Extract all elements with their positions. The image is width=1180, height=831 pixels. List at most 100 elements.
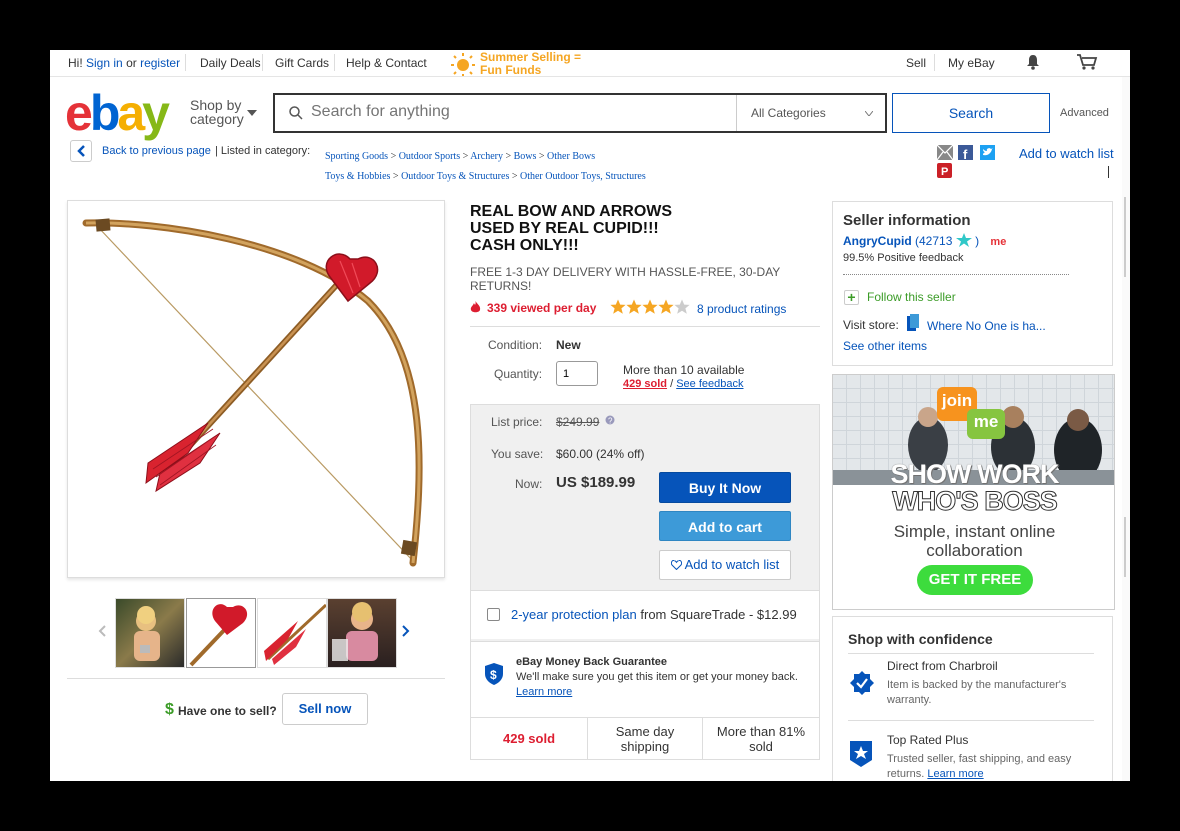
summer-selling-promo[interactable]: Summer Selling = Fun Funds [480, 51, 581, 77]
promo-line: Fun Funds [480, 63, 542, 77]
ebay-logo[interactable]: ebay [65, 88, 170, 138]
condition-value: New [556, 338, 581, 352]
shop-by-category[interactable]: Shop by category [190, 98, 244, 126]
add-to-cart-button[interactable]: Add to cart [659, 511, 791, 541]
seller-name-link[interactable]: AngryCupid [843, 234, 912, 248]
protection-plan-checkbox[interactable] [487, 608, 500, 621]
see-other-items-link[interactable]: See other items [843, 339, 927, 353]
buy-it-now-button[interactable]: Buy It Now [659, 472, 791, 503]
learn-more-link[interactable]: Learn more [516, 686, 572, 698]
divider [334, 54, 335, 71]
breadcrumb-separator: > [460, 151, 471, 162]
ad-subtitle: Simple, instant online collaboration [833, 522, 1114, 560]
turquoise-star-icon [955, 233, 972, 247]
search-button[interactable]: Search [892, 93, 1050, 133]
advanced-search-link[interactable]: Advanced [1060, 107, 1109, 119]
search-input[interactable] [311, 103, 731, 121]
thumbnail-image-selected[interactable] [186, 598, 256, 668]
breadcrumb-link[interactable]: Archery [470, 151, 503, 162]
star-rating[interactable] [610, 299, 692, 315]
sell-link[interactable]: Sell [906, 56, 926, 70]
learn-more-link[interactable]: Learn more [927, 768, 983, 780]
get-it-free-button[interactable]: GET IT FREE [917, 565, 1033, 595]
divider [848, 720, 1094, 721]
sold-count-link[interactable]: 429 sold [623, 378, 667, 390]
thumbnail-image[interactable] [257, 598, 328, 668]
add-to-watch-list-link[interactable]: Add to watch list [1019, 146, 1114, 161]
info-icon[interactable]: ? [605, 415, 615, 425]
seller-score[interactable]: (42713 [915, 234, 952, 248]
breadcrumb-link[interactable]: Sporting Goods [325, 151, 388, 162]
stat-line: Same day [615, 724, 675, 739]
join-me-advertisement[interactable]: join me SHOW WORK WHO'S BOSS Simple, ins… [832, 374, 1115, 610]
breadcrumb-separator: > [509, 171, 520, 182]
or-text: or [126, 56, 137, 70]
facebook-share-icon[interactable]: f [958, 145, 973, 160]
breadcrumb-link[interactable]: Other Outdoor Toys, Structures [520, 171, 646, 182]
sign-in-link[interactable]: Sign in [86, 56, 123, 70]
cart-icon[interactable] [1076, 53, 1098, 71]
item-title: REAL BOW AND ARROWS USED BY REAL CUPID!!… [470, 203, 800, 254]
seller-heading: Seller information [843, 212, 971, 229]
category-select[interactable]: All Categories [736, 95, 885, 131]
title-line: CASH ONLY!!! [470, 237, 579, 254]
chevron-right-icon[interactable] [402, 625, 410, 637]
twitter-share-icon[interactable] [980, 145, 995, 160]
badge-check-icon [850, 671, 874, 695]
star-icon [674, 299, 690, 314]
category-path-1: Sporting Goods > Outdoor Sports > Archer… [325, 146, 595, 164]
add-to-watch-list-button[interactable]: Add to watch list [659, 550, 791, 580]
back-to-previous-link[interactable]: Back to previous page [102, 145, 211, 157]
svg-text:?: ? [608, 417, 613, 426]
top-nav-bar: Hi! Sign in or register Daily Deals Gift… [50, 50, 1130, 77]
breadcrumb-link[interactable]: Bows [514, 151, 537, 162]
product-ratings-link[interactable]: 8 product ratings [697, 302, 786, 316]
list-price-value: $249.99 [556, 415, 600, 429]
follow-seller-link[interactable]: Follow this seller [867, 290, 956, 304]
help-contact-link[interactable]: Help & Contact [346, 56, 427, 70]
chevron-down-icon [865, 111, 873, 116]
thumbnail-image[interactable] [115, 598, 185, 668]
category-path-2: Toys & Hobbies > Outdoor Toys & Structur… [325, 166, 646, 184]
breadcrumb-link[interactable]: Outdoor Sports [399, 151, 460, 162]
pinterest-share-icon[interactable]: P [937, 163, 952, 178]
thumbnail-image[interactable] [327, 598, 397, 668]
svg-text:f: f [963, 147, 968, 160]
register-link[interactable]: register [140, 56, 180, 70]
arrow-fletching-thumbnail [264, 603, 328, 665]
stat-percent-sold: More than 81% sold [703, 724, 819, 754]
back-button[interactable] [70, 140, 92, 162]
cupid-photo-thumbnail [134, 606, 160, 661]
protection-plan-row: 2-year protection plan from SquareTrade … [471, 591, 819, 639]
divider [843, 274, 1069, 275]
scrollbar[interactable] [1122, 77, 1130, 781]
positive-feedback: 99.5% Positive feedback [843, 252, 964, 264]
svg-text:$: $ [490, 668, 497, 682]
dollar-icon: $ [165, 701, 174, 718]
daily-deals-link[interactable]: Daily Deals [200, 56, 261, 70]
store-name-link[interactable]: Where No One is ha... [927, 319, 1046, 333]
breadcrumb-link[interactable]: Outdoor Toys & Structures [401, 171, 509, 182]
see-feedback-link[interactable]: See feedback [676, 378, 743, 390]
ad-subtitle-line: collaboration [926, 541, 1023, 560]
main-product-image[interactable] [67, 200, 445, 578]
breadcrumb-link[interactable]: Toys & Hobbies [325, 171, 390, 182]
ebay-item-page: Hi! Sign in or register Daily Deals Gift… [50, 50, 1130, 781]
greeting-text: Hi! [68, 56, 83, 70]
chevron-left-icon[interactable] [98, 625, 106, 637]
seller-score-close: ) [975, 234, 980, 248]
breadcrumb-link[interactable]: Other Bows [547, 151, 595, 162]
gift-cards-link[interactable]: Gift Cards [275, 56, 329, 70]
scrollbar-thumb[interactable] [1124, 197, 1126, 277]
scrollbar-thumb[interactable] [1124, 517, 1126, 577]
my-ebay-link[interactable]: My eBay [948, 56, 995, 70]
email-share-icon[interactable] [937, 145, 953, 160]
sell-now-button[interactable]: Sell now [282, 693, 368, 725]
bell-icon[interactable] [1025, 54, 1041, 70]
greeting: Hi! Sign in or register [68, 56, 180, 70]
sun-icon [451, 53, 475, 76]
plus-icon[interactable]: + [844, 290, 859, 305]
protection-plan-link[interactable]: 2-year protection plan [511, 607, 637, 622]
seller-information: Seller information AngryCupid (42713 ) m… [832, 201, 1113, 366]
quantity-input[interactable] [556, 361, 598, 386]
